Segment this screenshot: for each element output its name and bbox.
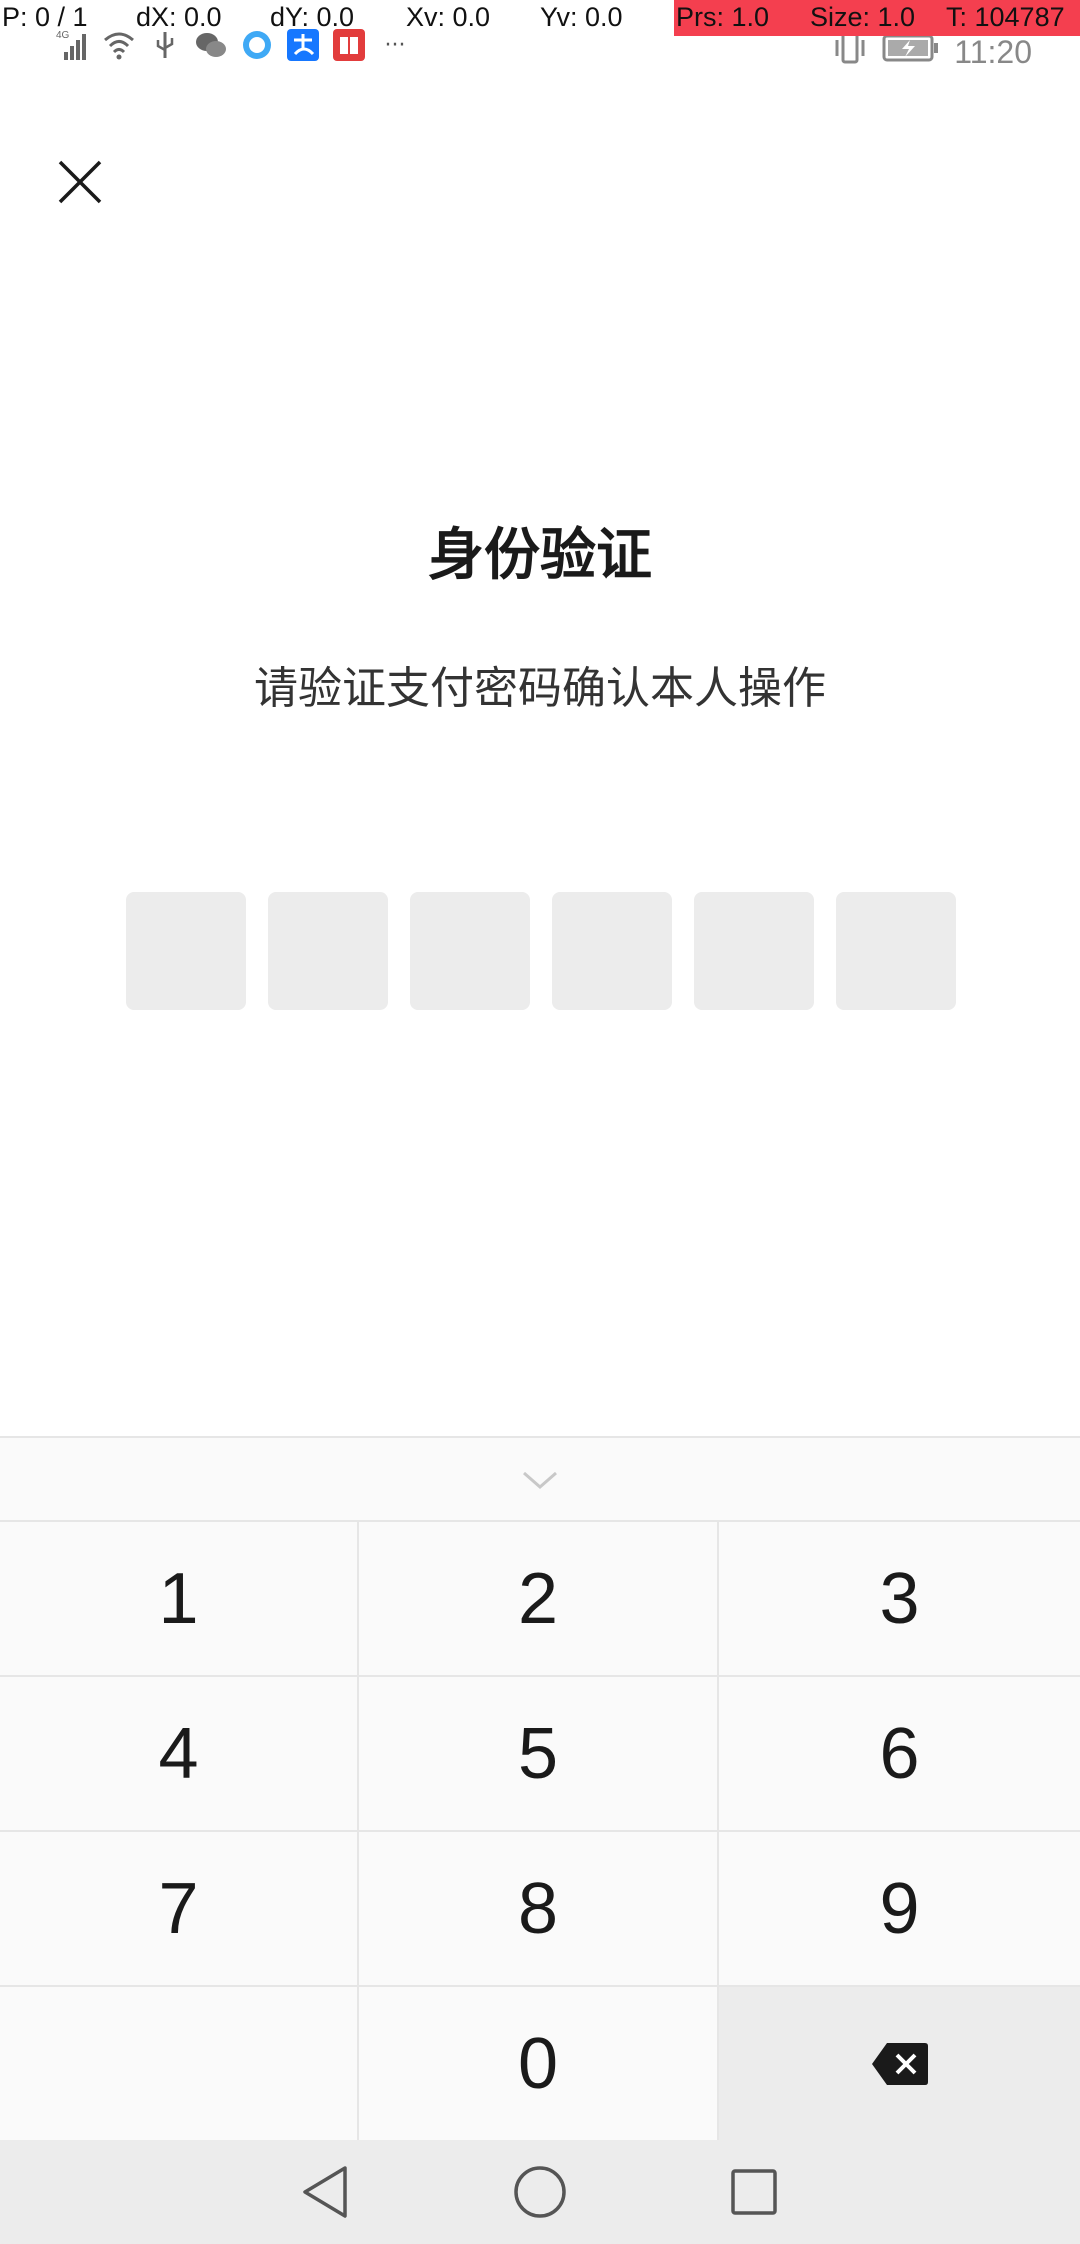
status-clock: 11:20 <box>954 33 1032 70</box>
delete-key[interactable] <box>719 1987 1080 2142</box>
battery-icon <box>882 30 940 74</box>
close-icon <box>58 160 102 204</box>
pointer-debug-overlay: P: 0 / 1 dX: 0.0 dY: 0.0 Xv: 0.0 Yv: 0.0… <box>0 0 1080 36</box>
pin-digit-box[interactable] <box>836 892 956 1010</box>
recents-icon <box>731 2169 777 2215</box>
nav-home-button[interactable] <box>508 2160 572 2224</box>
key-9[interactable]: 9 <box>719 1832 1080 1987</box>
vibrate-icon <box>832 30 868 74</box>
nav-recents-button[interactable] <box>722 2160 786 2224</box>
page-title: 身份验证 <box>428 523 652 588</box>
debug-pointer: P: 0 / 1 <box>2 2 88 32</box>
pin-digit-box[interactable] <box>552 892 672 1010</box>
page-subtitle: 请验证支付密码确认本人操作 <box>254 663 826 714</box>
debug-time: T: 104787 <box>946 2 1065 32</box>
system-nav-bar <box>0 2140 1080 2244</box>
screen: P: 0 / 1 dX: 0.0 dY: 0.0 Xv: 0.0 Yv: 0.0… <box>0 0 1080 2244</box>
key-1[interactable]: 1 <box>0 1522 359 1677</box>
key-8[interactable]: 8 <box>359 1832 719 1987</box>
key-7[interactable]: 7 <box>0 1832 359 1987</box>
debug-size: Size: 1.0 <box>810 2 916 32</box>
chevron-down-icon <box>523 1471 557 1489</box>
home-icon <box>514 2166 566 2218</box>
backspace-icon <box>871 2042 928 2085</box>
key-3[interactable]: 3 <box>719 1522 1080 1677</box>
pin-digit-box[interactable] <box>268 892 388 1010</box>
debug-yv: Yv: 0.0 <box>540 2 623 32</box>
debug-xv: Xv: 0.0 <box>406 2 491 32</box>
pin-input[interactable] <box>126 892 956 1010</box>
pin-digit-box[interactable] <box>126 892 246 1010</box>
back-icon <box>303 2166 347 2218</box>
pin-digit-box[interactable] <box>694 892 814 1010</box>
debug-dy: dY: 0.0 <box>270 2 355 32</box>
pin-digit-box[interactable] <box>410 892 530 1010</box>
close-button[interactable] <box>48 150 112 214</box>
key-0[interactable]: 0 <box>359 1987 719 2142</box>
key-empty <box>0 1987 359 2142</box>
key-5[interactable]: 5 <box>359 1677 719 1832</box>
key-2[interactable]: 2 <box>359 1522 719 1677</box>
numeric-keyboard: 1 2 3 4 5 6 7 8 9 0 <box>0 1436 1080 2142</box>
debug-dx: dX: 0.0 <box>136 2 222 32</box>
key-6[interactable]: 6 <box>719 1677 1080 1832</box>
keyboard-collapse-button[interactable] <box>0 1438 1080 1522</box>
debug-prs: Prs: 1.0 <box>676 2 770 32</box>
nav-back-button[interactable] <box>294 2160 358 2224</box>
key-4[interactable]: 4 <box>0 1677 359 1832</box>
